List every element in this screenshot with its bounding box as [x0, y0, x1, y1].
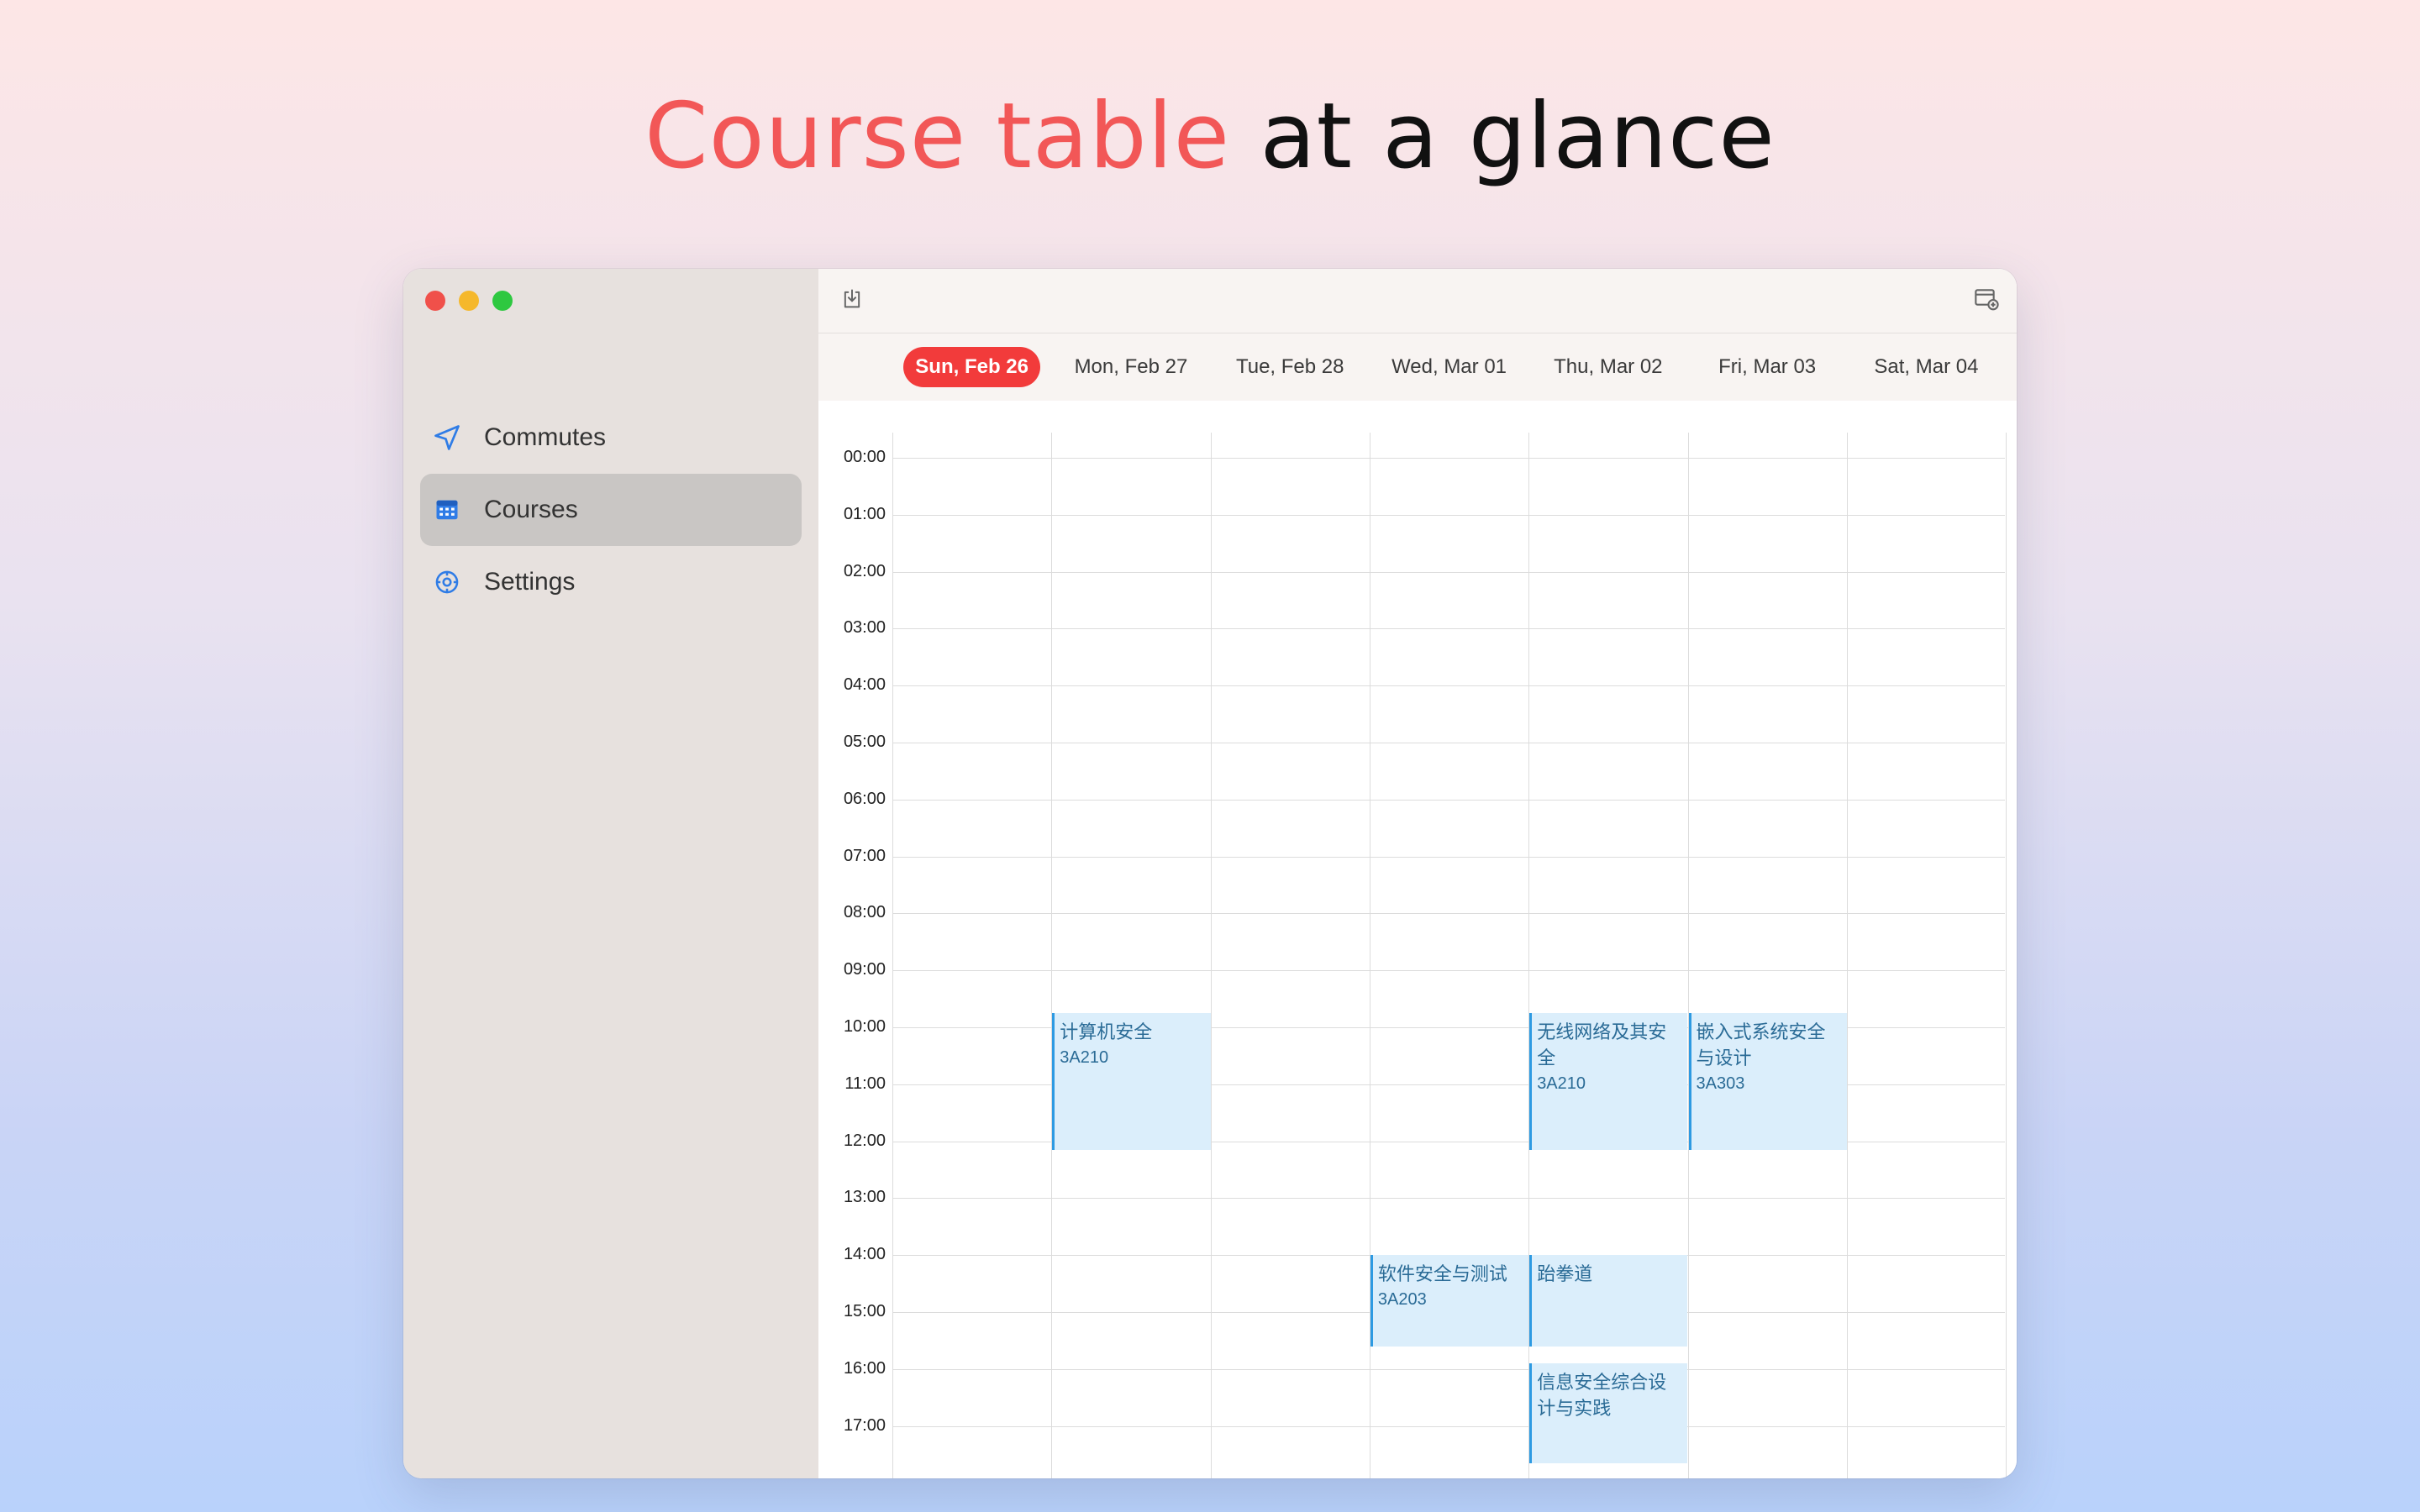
- import-button[interactable]: [837, 286, 867, 316]
- hour-label: 03:00: [843, 618, 886, 638]
- hour-label: 01:00: [843, 504, 886, 523]
- day-header-2[interactable]: Tue, Feb 28: [1211, 333, 1370, 401]
- course-room: 3A303: [1696, 1074, 1745, 1094]
- headline: Course table at a glance: [0, 84, 2420, 189]
- hour-line: [892, 856, 2005, 858]
- sidebar-item-label: Commutes: [484, 423, 607, 451]
- course-event[interactable]: 跆拳道: [1529, 1255, 1688, 1347]
- day-label: Wed, Mar 01: [1392, 355, 1507, 378]
- hour-label: 06:00: [843, 789, 886, 808]
- hour-line: [892, 571, 2005, 573]
- minimize-window-button[interactable]: [459, 291, 479, 311]
- course-room: 3A210: [1060, 1048, 1109, 1068]
- calendar-icon: [430, 493, 464, 527]
- zoom-window-button[interactable]: [492, 291, 513, 311]
- day-divider: [2006, 433, 2007, 1478]
- hour-line: [892, 514, 2005, 516]
- day-header-row: Sun, Feb 26 Mon, Feb 27 Tue, Feb 28 Wed, Ma…: [818, 333, 2017, 401]
- hour-line: [892, 1368, 2005, 1370]
- location-arrow-icon: [430, 421, 464, 454]
- day-label: Sat, Mar 04: [1874, 355, 1979, 378]
- hour-label: 14:00: [843, 1245, 886, 1264]
- sidebar-item-settings[interactable]: Settings: [420, 546, 802, 618]
- sidebar: Commutes Courses Settings: [403, 269, 819, 1478]
- hour-label: 10:00: [843, 1017, 886, 1036]
- day-label: Tue, Feb 28: [1235, 355, 1344, 378]
- course-title: 软件安全与测试: [1377, 1264, 1507, 1286]
- sidebar-item-label: Courses: [484, 496, 578, 523]
- day-header-3[interactable]: Wed, Mar 01: [1370, 333, 1528, 401]
- hour-label: 04:00: [843, 675, 886, 695]
- day-label: Mon, Feb 27: [1074, 355, 1188, 378]
- hour-line: [892, 1425, 2005, 1427]
- sidebar-item-courses[interactable]: Courses: [420, 474, 802, 546]
- day-header-1[interactable]: Mon, Feb 27: [1051, 333, 1210, 401]
- hour-label: 16:00: [843, 1358, 886, 1378]
- course-event[interactable]: 计算机安全 3A210: [1052, 1013, 1211, 1150]
- headline-rest: at a glance: [1260, 84, 1776, 189]
- sidebar-item-commutes[interactable]: Commutes: [420, 402, 802, 474]
- course-event[interactable]: 无线网络及其安全 3A210: [1529, 1013, 1688, 1150]
- hour-line: [892, 1198, 2005, 1200]
- hour-label: 12:00: [843, 1131, 886, 1150]
- hour-label: 08:00: [843, 903, 886, 922]
- course-title: 计算机安全: [1060, 1022, 1153, 1044]
- day-divider: [892, 433, 893, 1478]
- course-title: 嵌入式系统安全与设计: [1696, 1022, 1826, 1070]
- hour-line: [892, 628, 2005, 630]
- day-header-6[interactable]: Sat, Mar 04: [1847, 333, 2006, 401]
- hour-label: 17:00: [843, 1415, 886, 1435]
- course-title: 跆拳道: [1537, 1264, 1593, 1286]
- hour-label: 09:00: [843, 960, 886, 979]
- course-room: 3A203: [1377, 1290, 1427, 1310]
- day-divider: [1846, 433, 1848, 1478]
- day-divider: [1051, 433, 1053, 1478]
- hour-label: 07:00: [843, 846, 886, 865]
- calendar-main: Sun, Feb 26 Mon, Feb 27 Tue, Feb 28 Wed, Ma…: [818, 269, 2017, 1478]
- day-divider: [1210, 433, 1212, 1478]
- calendar-add-icon: [1973, 286, 2000, 316]
- gear-icon: [430, 565, 464, 599]
- week-grid: 00:00 01:00 02:00 03:00 04:00 05:00 06:00 07:00…: [818, 401, 2017, 1478]
- hour-label: 00:00: [843, 448, 886, 466]
- hour-line: [892, 458, 2005, 459]
- headline-accent: Course table: [644, 84, 1231, 189]
- hour-line: [892, 913, 2005, 915]
- day-header-4[interactable]: Thu, Mar 02: [1528, 333, 1687, 401]
- course-room: 3A210: [1537, 1074, 1586, 1094]
- hour-label: 15:00: [843, 1302, 886, 1320]
- sidebar-nav: Commutes Courses Settings: [420, 402, 802, 618]
- close-window-button[interactable]: [425, 291, 445, 311]
- add-calendar-button[interactable]: [1971, 286, 2002, 316]
- day-label: Sun, Feb 26: [903, 347, 1040, 387]
- hour-label: 11:00: [844, 1074, 886, 1093]
- day-label: Fri, Mar 03: [1718, 355, 1817, 378]
- import-icon: [840, 287, 864, 314]
- hour-label: 02:00: [843, 561, 886, 580]
- toolbar: [818, 269, 2017, 333]
- day-divider: [1687, 433, 1689, 1478]
- course-event[interactable]: 嵌入式系统安全与设计 3A303: [1688, 1013, 1847, 1150]
- course-event[interactable]: 信息安全综合设计与实践: [1529, 1363, 1688, 1463]
- hour-line: [892, 970, 2005, 972]
- course-title: 信息安全综合设计与实践: [1537, 1373, 1667, 1420]
- hour-label: 05:00: [843, 732, 886, 751]
- hour-line: [892, 685, 2005, 687]
- hour-line: [892, 799, 2005, 801]
- course-title: 无线网络及其安全: [1537, 1022, 1667, 1070]
- course-event[interactable]: 软件安全与测试 3A203: [1370, 1255, 1529, 1347]
- day-header-0[interactable]: Sun, Feb 26: [892, 333, 1051, 401]
- day-label: Thu, Mar 02: [1554, 355, 1663, 378]
- hour-label: 13:00: [843, 1188, 886, 1207]
- app-window: Commutes Courses Settings Sun, Feb 26 Mo…: [403, 269, 2017, 1478]
- window-controls: [425, 291, 513, 311]
- day-header-5[interactable]: Fri, Mar 03: [1688, 333, 1847, 401]
- sidebar-item-label: Settings: [484, 568, 576, 596]
